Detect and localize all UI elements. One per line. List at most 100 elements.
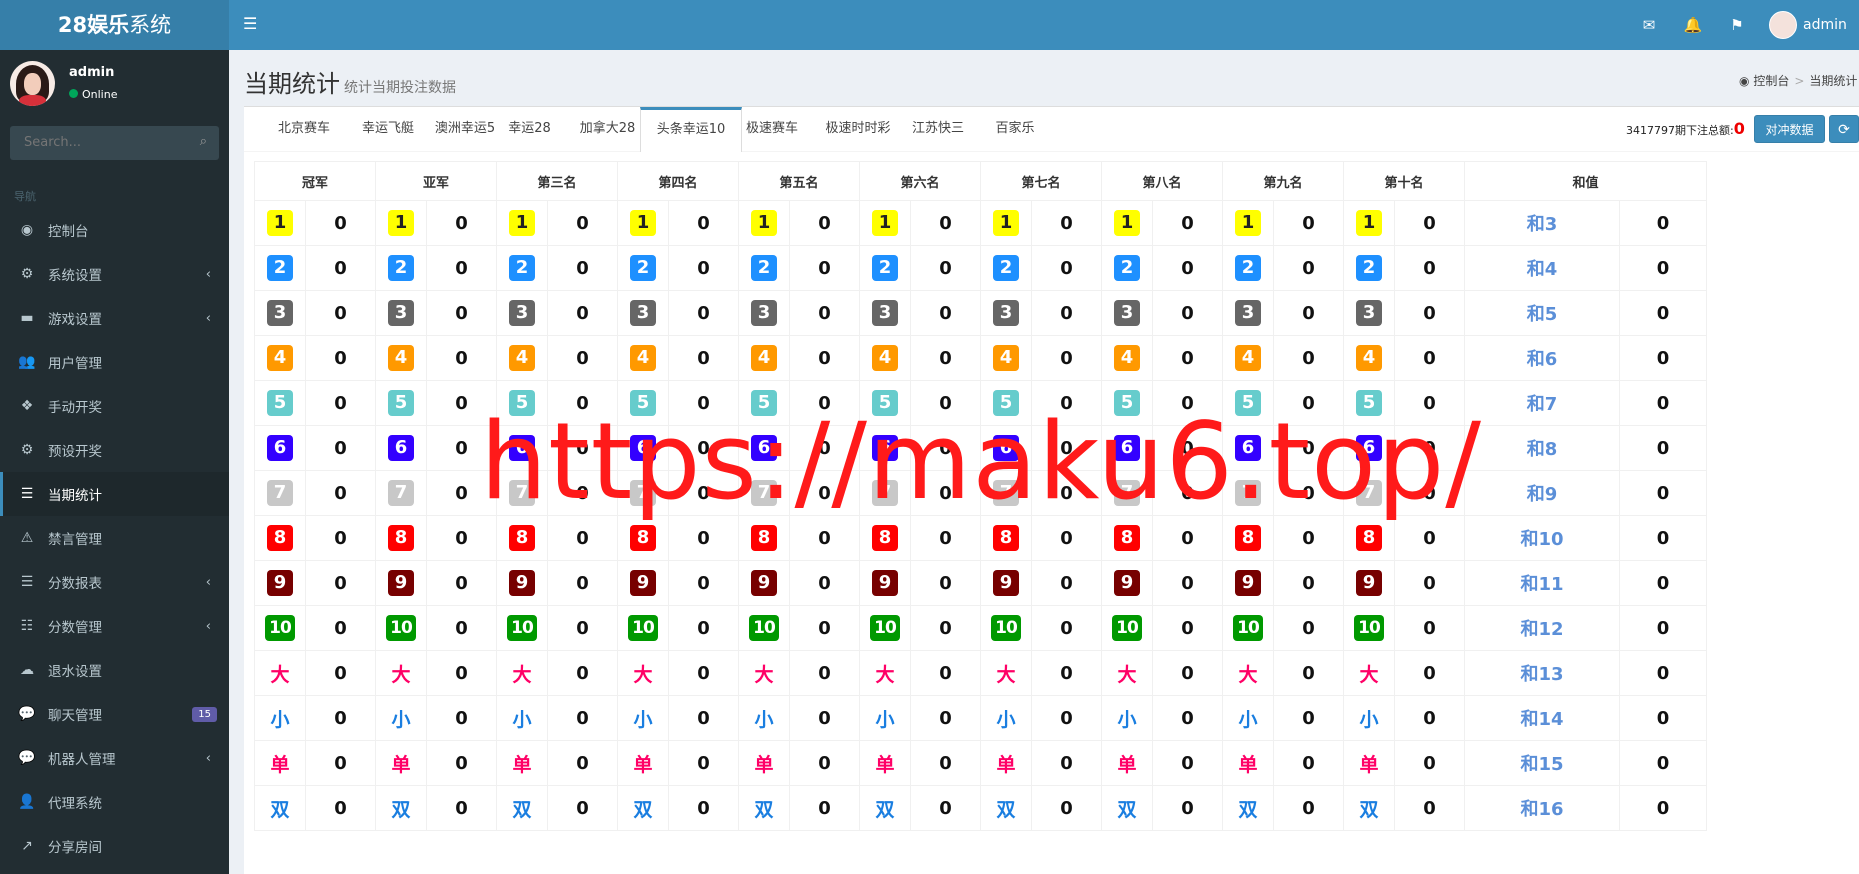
sidebar: admin Online ⌕ 导航 ◉ 控制台 ⚙ 系统设置 ‹ ▬ 游戏设置 ‹ 👥 用户管理 ❖… (0, 50, 229, 874)
bet-amount-cell: 0 (668, 470, 739, 516)
sidebar-toggle-icon[interactable]: ☰ (243, 14, 257, 33)
bet-amount-cell: 0 (305, 650, 376, 696)
bet-amount-cell: 0 (305, 335, 376, 381)
bet-amount-cell: 0 (1152, 560, 1223, 606)
bet-amount-cell: 0 (789, 695, 860, 741)
number-ball: 3 (1235, 300, 1261, 326)
tab-7[interactable]: 极速时时彩 (808, 107, 908, 151)
page-subtitle: 统计当期投注数据 (344, 80, 456, 96)
bet-amount-cell: 0 (1273, 425, 1344, 471)
user-menu[interactable]: admin (1759, 11, 1859, 39)
flag-icon[interactable]: ⚑ (1715, 16, 1759, 34)
number-ball: 7 (1356, 480, 1382, 506)
sidebar-item-14[interactable]: ↗ 分享房间 (0, 824, 229, 868)
table-row: 2 0 2 0 2 0 2 0 2 0 2 0 2 0 2 0 2 0 2 0 和4 0 (254, 245, 1707, 291)
bet-type-label: 小 (633, 708, 653, 731)
sum-amount-cell: 0 (1619, 515, 1707, 561)
hedge-data-button[interactable]: 对冲数据 (1754, 115, 1825, 143)
number-ball: 6 (509, 435, 535, 461)
sidebar-item-0[interactable]: ◉ 控制台 (0, 208, 229, 252)
bet-amount-cell: 0 (1031, 560, 1102, 606)
table-row: 1 0 1 0 1 0 1 0 1 0 1 0 1 0 1 0 1 0 1 0 和3 0 (254, 200, 1707, 246)
bet-amount-cell: 0 (910, 200, 981, 246)
number-ball: 10 (1233, 615, 1263, 641)
bet-type-label: 小 (754, 708, 774, 731)
sidebar-item-label: 分数报表 (48, 576, 102, 592)
tab-4[interactable]: 加拿大28 (563, 107, 652, 151)
nav-header: 导航 (14, 190, 36, 203)
dashboard-icon: ◉ (20, 222, 34, 238)
bet-amount-cell: 0 (910, 425, 981, 471)
sidebar-item-label: 当期统计 (48, 488, 102, 504)
user-panel: admin Online (0, 50, 229, 116)
sidebar-item-2[interactable]: ▬ 游戏设置 ‹ (0, 296, 229, 340)
bet-amount-cell: 0 (1152, 245, 1223, 291)
sidebar-item-8[interactable]: ☰ 分数报表 ‹ (0, 560, 229, 604)
sidebar-item-11[interactable]: 💬 聊天管理 15 (0, 692, 229, 736)
page-title: 当期统计 (244, 70, 340, 98)
bet-amount-cell: 0 (1394, 200, 1465, 246)
tab-9[interactable]: 百家乐 (974, 107, 1056, 151)
number-ball: 5 (872, 390, 898, 416)
bet-amount-cell: 0 (1152, 380, 1223, 426)
bet-amount-cell: 0 (789, 290, 860, 336)
bet-type-label: 单 (1359, 753, 1379, 776)
commenting-icon: 💬 (18, 750, 36, 766)
bet-amount-cell: 0 (1031, 785, 1102, 831)
bet-amount-cell: 0 (426, 560, 497, 606)
period-total: 3417797期下注总额:0 (1626, 119, 1745, 138)
table-row: 双 0 双 0 双 0 双 0 双 0 双 0 双 0 双 0 双 0 双 0 和16 0 (254, 785, 1707, 831)
sidebar-item-1[interactable]: ⚙ 系统设置 ‹ (0, 252, 229, 296)
number-ball: 1 (1114, 210, 1140, 236)
tab-3[interactable]: 幸运28 (490, 107, 569, 151)
sum-label: 和7 (1526, 394, 1558, 415)
bet-type-label: 双 (1359, 798, 1379, 821)
search-icon[interactable]: ⌕ (200, 134, 207, 149)
sum-amount-cell: 0 (1619, 785, 1707, 831)
sidebar-item-10[interactable]: ☁ 退水设置 (0, 648, 229, 692)
tab-6[interactable]: 极速赛车 (727, 107, 817, 151)
number-ball: 8 (751, 525, 777, 551)
bet-type-label: 小 (1117, 708, 1137, 731)
bet-amount-cell: 0 (1273, 650, 1344, 696)
number-ball: 8 (993, 525, 1019, 551)
number-ball: 5 (1235, 390, 1261, 416)
number-ball: 2 (993, 255, 1019, 281)
sidebar-item-label: 用户管理 (48, 356, 102, 372)
sidebar-item-12[interactable]: 💬 机器人管理 ‹ (0, 736, 229, 780)
tab-8[interactable]: 江苏快三 (898, 107, 978, 151)
number-ball: 7 (1235, 480, 1261, 506)
bet-amount-cell: 0 (1152, 290, 1223, 336)
sidebar-item-3[interactable]: 👥 用户管理 (0, 340, 229, 384)
refresh-button[interactable]: ⟳ (1829, 115, 1859, 143)
bet-type-label: 双 (1117, 798, 1137, 821)
bet-amount-cell: 0 (789, 605, 860, 651)
bet-amount-cell: 0 (789, 380, 860, 426)
sidebar-item-5[interactable]: ⚙ 预设开奖 (0, 428, 229, 472)
bell-icon[interactable]: 🔔 (1671, 16, 1715, 34)
sidebar-item-9[interactable]: ☷ 分数管理 ‹ (0, 604, 229, 648)
app-logo[interactable]: 28娱乐系统 (0, 0, 229, 50)
bet-type-label: 大 (875, 663, 895, 686)
sidebar-item-6[interactable]: ☰ 当期统计 (0, 472, 229, 516)
number-ball: 4 (993, 345, 1019, 371)
sidebar-item-label: 游戏设置 (48, 312, 102, 328)
column-header: 第三名 (496, 161, 618, 201)
sidebar-item-13[interactable]: 👤 代理系统 (0, 780, 229, 824)
breadcrumb-home[interactable]: 控制台 (1753, 74, 1789, 88)
number-ball: 7 (388, 480, 414, 506)
sidebar-item-4[interactable]: ❖ 手动开奖 (0, 384, 229, 428)
bet-amount-cell: 0 (1152, 695, 1223, 741)
envelope-icon[interactable]: ✉ (1627, 16, 1671, 34)
user-plus-icon: 👤 (18, 794, 36, 810)
number-ball: 6 (1114, 435, 1140, 461)
bet-amount-cell: 0 (668, 515, 739, 561)
sidebar-item-7[interactable]: ⚠ 禁言管理 (0, 516, 229, 560)
bet-amount-cell: 0 (1394, 515, 1465, 561)
number-ball: 8 (388, 525, 414, 551)
bet-type-label: 单 (633, 753, 653, 776)
number-ball: 1 (630, 210, 656, 236)
bet-amount-cell: 0 (547, 335, 618, 381)
search-input[interactable] (22, 134, 176, 151)
bet-amount-cell: 0 (547, 290, 618, 336)
